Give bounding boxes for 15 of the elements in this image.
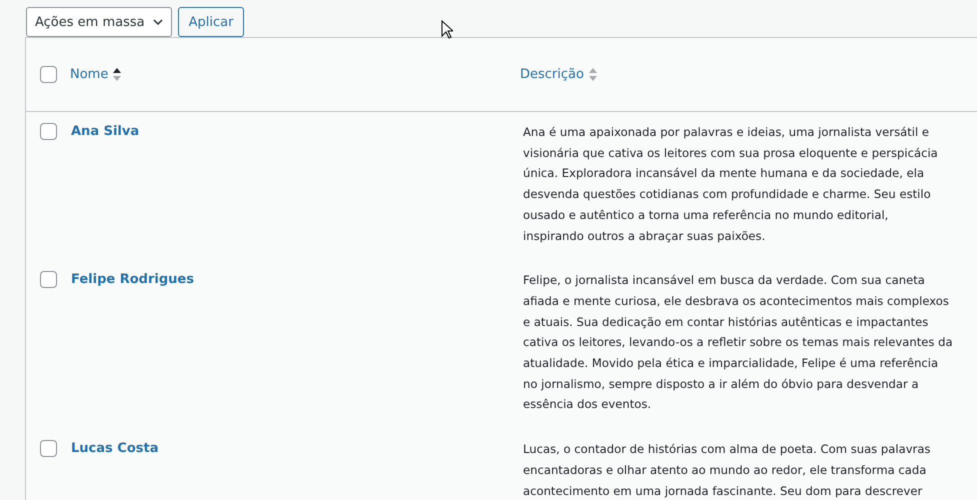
chevron-down-icon <box>152 19 163 25</box>
author-name-link[interactable]: Ana Silva <box>71 124 140 139</box>
select-all-checkbox[interactable] <box>40 66 56 83</box>
row-checkbox[interactable] <box>40 440 56 458</box>
description-text: Ana é uma apaixonada por palavras e ideias, uma jornalista versátil e visionária que cativa os leitores com sua prosa eloquente e perspicácia única. Exploradora incansável da mente humana e da sociedade, ela desvenda questões cotidianas com profundidade e charme. Seu estilo ousado e autêntico a torna uma referência no mundo editorial, inspirando outros a abraçar suas paixões. <box>523 124 939 245</box>
bulk-actions-dropdown[interactable]: Ações em massa <box>26 7 172 37</box>
description-text: Felipe, o jornalista incansável em busca da verdade. Com sua caneta afiada e mente curiosa, ele desbrava os acontecimentos mais complexos e atuais. Sua dedicação em contar histórias autênticas e impactantes cativa os leitores, levando-os a refletir sobre os temas mais relevantes da atualidade. Movido pela ética e imparcialidade, Felipe é uma referência no jornalismo, sempre disposto a ir além do óbvio para desvendar a essência dos eventos. <box>523 272 954 414</box>
apply-button[interactable]: Aplicar <box>178 7 244 37</box>
description-text: Lucas, o contador de histórias com alma de poeta. Com suas palavras encantadoras e olhar atento ao mundo ao redor, ele transforma cada acontecimento em uma jornada fascinante. Seu dom para descrever <box>523 441 932 500</box>
author-name-link[interactable]: Felipe Rodrigues <box>71 272 194 288</box>
row-checkbox[interactable] <box>40 271 56 288</box>
column-header-link[interactable]: Descrição <box>520 67 584 82</box>
row-checkbox[interactable] <box>40 123 56 140</box>
column-header-link[interactable]: Nome <box>70 67 108 82</box>
author-name-link[interactable]: Lucas Costa <box>71 441 158 456</box>
